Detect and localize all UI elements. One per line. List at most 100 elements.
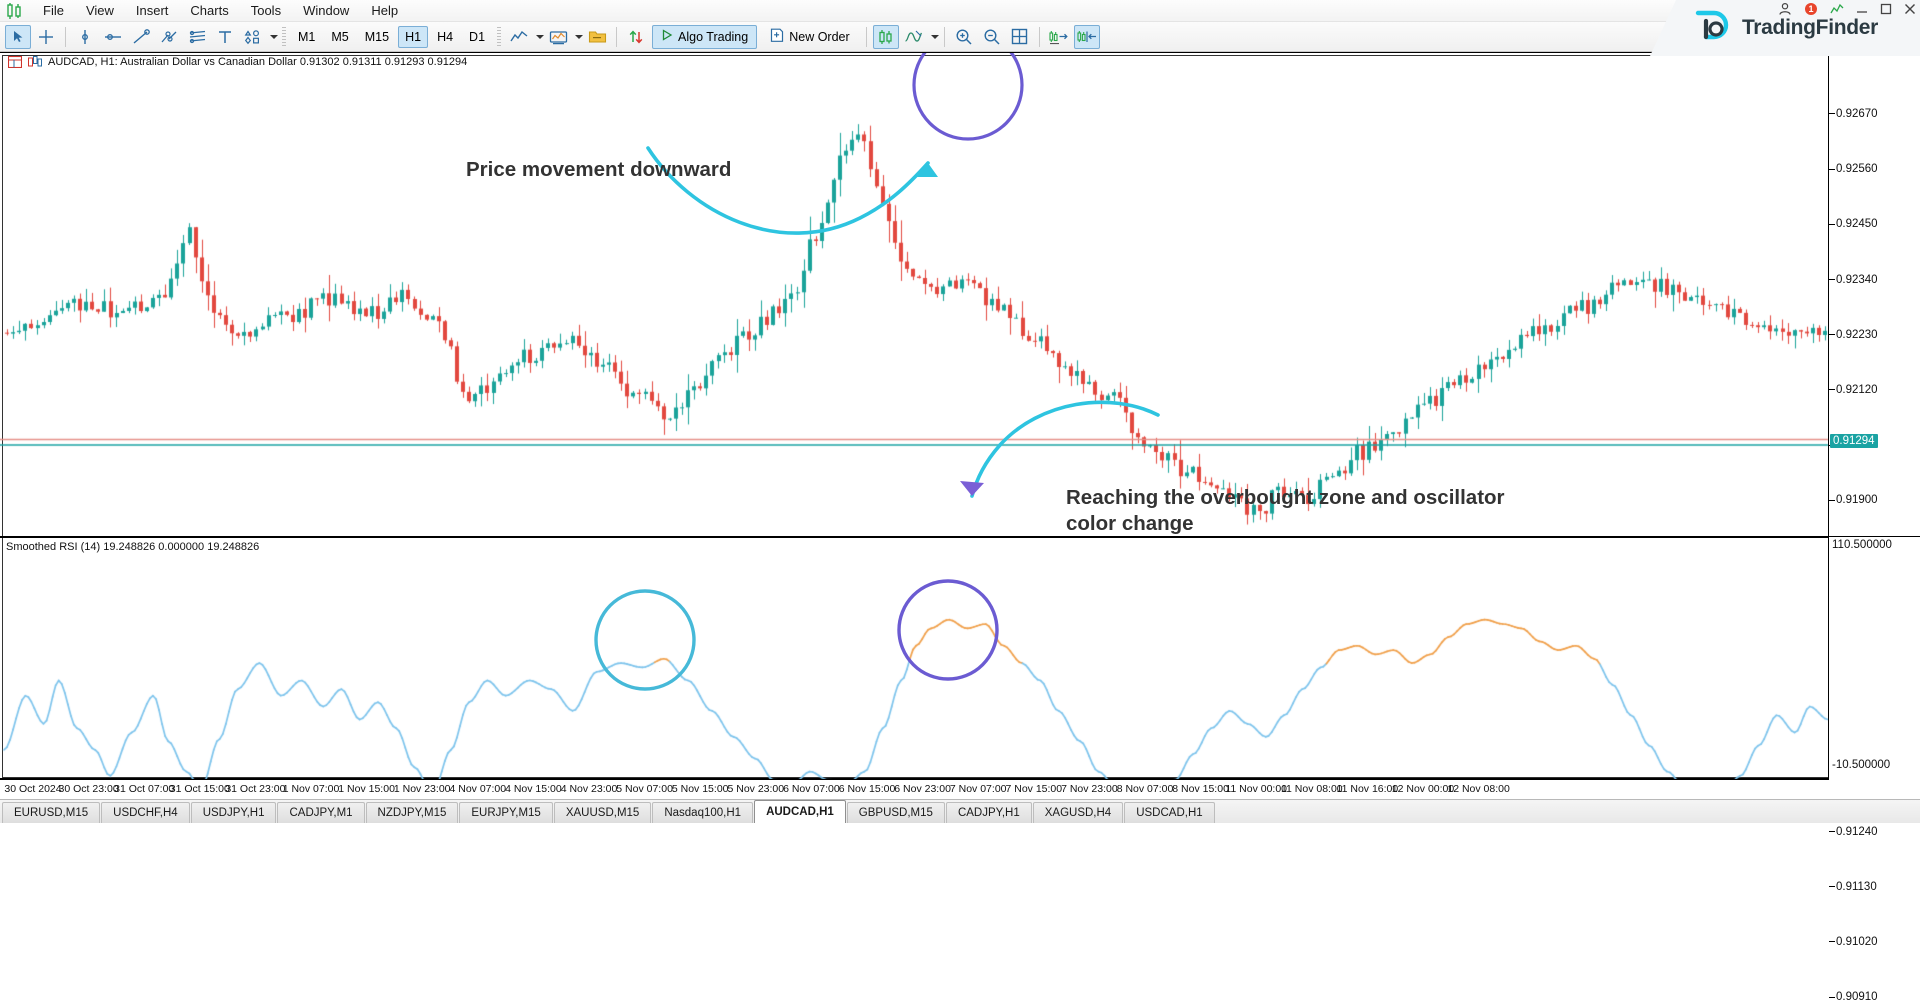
timeframe-h4[interactable]: H4	[430, 26, 460, 48]
timeframe-m5[interactable]: M5	[324, 26, 355, 48]
trade-arrows-icon[interactable]	[623, 25, 649, 49]
indicator-label: Smoothed RSI (14) 19.248826 0.000000 19.…	[6, 541, 259, 553]
indicators-icon[interactable]	[545, 25, 571, 49]
chart-tab[interactable]: EURJPY,M15	[459, 802, 552, 823]
templates-folder-icon[interactable]	[584, 25, 610, 49]
algo-trading-button[interactable]: Algo Trading	[652, 25, 757, 49]
time-label: 1 Nov 07:00	[283, 783, 340, 795]
zoom-out-icon[interactable]	[979, 25, 1005, 49]
chart-tab-active[interactable]: AUDCAD,H1	[754, 800, 846, 823]
minimize-button[interactable]	[1856, 3, 1868, 17]
menu-item-tools[interactable]: Tools	[240, 1, 292, 20]
chart-canvas[interactable]	[0, 53, 1920, 780]
time-label: 11 Nov 08:00	[1281, 783, 1343, 795]
chart-tab[interactable]: XAGUSD,H4	[1033, 802, 1123, 823]
time-label: 12 Nov 08:00	[1447, 783, 1509, 795]
vertical-line-icon[interactable]	[72, 25, 98, 49]
annotation-text-2: Reaching the overbought zone and oscilla…	[1066, 485, 1506, 536]
price-label: 0.92230	[1829, 329, 1878, 341]
chart-tab[interactable]: CADJPY,M1	[277, 802, 364, 823]
menu-bar: File View Insert Charts Tools Window Hel…	[0, 0, 1920, 22]
chart-container[interactable]: AUDCAD, H1: Australian Dollar vs Canadia…	[0, 52, 1920, 779]
horizontal-line-icon[interactable]	[100, 25, 126, 49]
price-label: 0.92450	[1829, 218, 1878, 230]
price-label: 0.92120	[1829, 384, 1878, 396]
price-label: 0.92560	[1829, 163, 1878, 175]
maximize-button[interactable]	[1880, 3, 1892, 17]
zoom-in-icon[interactable]	[951, 25, 977, 49]
chart-tab[interactable]: EURUSD,M15	[2, 802, 100, 823]
text-icon[interactable]	[212, 25, 238, 49]
time-label: 6 Nov 23:00	[894, 783, 951, 795]
price-label: 0.91240	[1829, 826, 1878, 838]
chart-tab[interactable]: CADJPY,H1	[946, 802, 1032, 823]
timeframe-m1[interactable]: M1	[291, 26, 322, 48]
menu-item-help[interactable]: Help	[360, 1, 409, 20]
chart-tab[interactable]: USDJPY,H1	[191, 802, 277, 823]
price-scale[interactable]: 0.92670 0.92560 0.92450 0.92340 0.92230 0.921…	[1828, 53, 1920, 536]
notification-count: 1	[1804, 2, 1818, 16]
timeframe-d1[interactable]: D1	[462, 26, 492, 48]
cursor-icon[interactable]	[5, 25, 31, 49]
price-label: 0.92670	[1829, 108, 1878, 120]
chart-tab[interactable]: USDCHF,H4	[101, 802, 190, 823]
indicator-dropdown-caret[interactable]	[931, 35, 939, 39]
indicator-scale[interactable]: 110.500000-10.500000	[1828, 537, 1920, 780]
symbol-header-text: AUDCAD, H1: Australian Dollar vs Canadia…	[48, 56, 467, 68]
toolbar-grip	[282, 27, 286, 47]
notification-badge[interactable]: 1	[1804, 2, 1818, 18]
shapes-dropdown-caret[interactable]	[270, 35, 278, 39]
indicator-wave-icon[interactable]	[901, 25, 927, 49]
menu-item-file[interactable]: File	[32, 1, 75, 20]
annotation-text-1: Price movement downward	[466, 157, 731, 183]
line-chart-dropdown-caret[interactable]	[536, 35, 544, 39]
channel-icon[interactable]	[184, 25, 210, 49]
algo-trading-label: Algo Trading	[678, 30, 748, 44]
time-axis: 30 Oct 202430 Oct 23:0031 Oct 07:0031 Oc…	[0, 779, 1920, 799]
person-icon[interactable]	[1778, 2, 1792, 18]
window-controls: 1	[1778, 2, 1916, 18]
chart-icon[interactable]	[1830, 2, 1844, 18]
grid-icon[interactable]	[1007, 25, 1033, 49]
new-order-button[interactable]: New Order	[761, 25, 858, 49]
chart-tab[interactable]: USDCAD,H1	[1124, 802, 1214, 823]
menu-item-view[interactable]: View	[75, 1, 125, 20]
shapes-icon[interactable]	[240, 25, 266, 49]
chart-shift-icon[interactable]	[1046, 25, 1072, 49]
indicator-attached-icon[interactable]	[28, 56, 42, 68]
price-label: 0.91130	[1829, 881, 1877, 893]
current-price-label: 0.91294	[1830, 434, 1878, 448]
indicator-scale-label: 110.500000	[1832, 539, 1892, 551]
trendline-icon[interactable]	[128, 25, 154, 49]
line-chart-icon[interactable]	[506, 25, 532, 49]
chart-tab[interactable]: GBPUSD,M15	[847, 802, 945, 823]
price-label: 0.92340	[1829, 274, 1878, 286]
timeframe-m15[interactable]: M15	[358, 26, 396, 48]
time-label: 8 Nov 15:00	[1172, 783, 1229, 795]
polyline-icon[interactable]	[156, 25, 182, 49]
pane-splitter[interactable]	[0, 536, 1920, 538]
chart-autoscroll-icon[interactable]	[1074, 25, 1100, 49]
close-button[interactable]	[1904, 3, 1916, 17]
plus-document-icon	[770, 28, 784, 46]
chart-tab[interactable]: NZDJPY,M15	[366, 802, 459, 823]
time-label: 5 Nov 23:00	[727, 783, 784, 795]
candlestick-icon[interactable]	[873, 25, 899, 49]
menu-item-insert[interactable]: Insert	[125, 1, 180, 20]
play-icon	[661, 29, 673, 44]
time-label: 5 Nov 15:00	[672, 783, 729, 795]
time-label: 4 Nov 23:00	[561, 783, 618, 795]
time-label: 1 Nov 23:00	[394, 783, 451, 795]
chart-properties-icon[interactable]	[8, 56, 22, 68]
time-label: 6 Nov 07:00	[783, 783, 840, 795]
time-label: 31 Oct 07:00	[114, 783, 174, 795]
menu-item-window[interactable]: Window	[292, 1, 360, 20]
time-label: 5 Nov 07:00	[616, 783, 673, 795]
price-label: 0.90910	[1829, 991, 1878, 1003]
menu-item-charts[interactable]: Charts	[179, 1, 239, 20]
chart-tab[interactable]: XAUUSD,M15	[554, 802, 652, 823]
crosshair-icon[interactable]	[33, 25, 59, 49]
chart-tab[interactable]: Nasdaq100,H1	[652, 802, 753, 823]
indicators-dropdown-caret[interactable]	[575, 35, 583, 39]
timeframe-h1[interactable]: H1	[398, 26, 428, 48]
